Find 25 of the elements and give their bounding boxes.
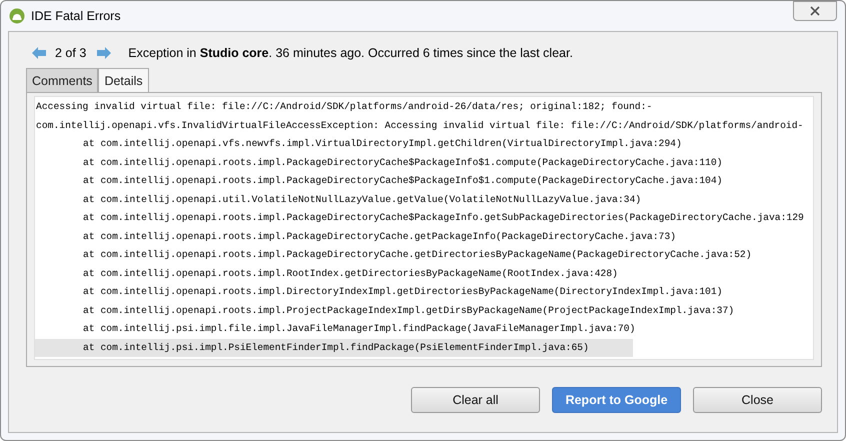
dialog-button[interactable]: Report to Google bbox=[552, 387, 681, 413]
stack-trace-line: com.intellij.openapi.vfs.InvalidVirtualFileAccessException: Accessing invalid virtual file: file://C:/Android/SDK/platforms/android- bbox=[35, 118, 804, 132]
stack-trace-line: at com.intellij.openapi.util.VolatileNotNullLazyValue.getValue(VolatileNotNullLazyValue.java:34) bbox=[82, 192, 642, 206]
error-counter: 2 of 3 bbox=[55, 46, 86, 60]
tab[interactable]: Comments bbox=[26, 68, 98, 92]
stack-trace-line: at com.intellij.openapi.vfs.newvfs.impl.VirtualDirectoryImpl.getChildren(VirtualDirectoryImpl.java:294) bbox=[82, 137, 682, 151]
stack-trace-line: at com.intellij.openapi.roots.impl.PackageDirectoryCache$PackageInfo.getSubPackageDirectories(PackageDirectoryCache.java:129 bbox=[82, 211, 804, 225]
stack-trace-line: at com.intellij.openapi.roots.impl.PackageDirectoryCache.getPackageInfo(PackageDirectoryCache.java:73) bbox=[82, 230, 676, 244]
stack-trace-line: at com.intellij.openapi.roots.impl.DirectoryIndexImpl.getDirectoriesByPackageName(DirectoryIndexImpl.java:101) bbox=[82, 285, 722, 299]
stack-trace-line: at com.intellij.openapi.roots.impl.PackageDirectoryCache.getDirectoriesByPackageName(PackageDirectoryCache.java:52) bbox=[82, 248, 752, 262]
window-title: IDE Fatal Errors bbox=[31, 9, 122, 23]
stack-trace-line: at com.intellij.openapi.roots.impl.PackageDirectoryCache$PackageInfo$1.compute(PackageDirectoryCache.java:104) bbox=[82, 174, 722, 188]
dialog-button[interactable]: Close bbox=[693, 387, 822, 413]
dialog-button[interactable]: Clear all bbox=[411, 387, 540, 413]
error-summary: Exception in Studio core. 36 minutes ago. Occurred 6 times since the last clear. bbox=[128, 46, 573, 60]
stack-trace-line: Accessing invalid virtual file: file://C:/Android/SDK/platforms/android-26/data/res; original:182; found:- bbox=[35, 100, 652, 114]
stack-trace-line: at com.intellij.openapi.roots.impl.PackageDirectoryCache$PackageInfo$1.compute(PackageDirectoryCache.java:110) bbox=[82, 156, 722, 170]
stack-trace-line: at com.intellij.openapi.roots.impl.ProjectPackageIndexImpl.getDirsByPackageName(ProjectPackageIndexImpl.java:37) bbox=[82, 304, 734, 318]
tab[interactable]: Details bbox=[98, 68, 149, 92]
close-icon bbox=[810, 6, 820, 16]
android-head-icon bbox=[9, 8, 25, 24]
stack-trace-area[interactable] bbox=[34, 96, 814, 360]
close-button[interactable] bbox=[793, 1, 837, 21]
stack-trace-line: at com.intellij.openapi.roots.impl.RootIndex.getDirectoriesByPackageName(RootIndex.java:428) bbox=[82, 266, 618, 280]
stack-trace-line: at com.intellij.psi.impl.file.impl.JavaFileManagerImpl.findPackage(JavaFileManagerImpl.java:70) bbox=[82, 322, 636, 336]
